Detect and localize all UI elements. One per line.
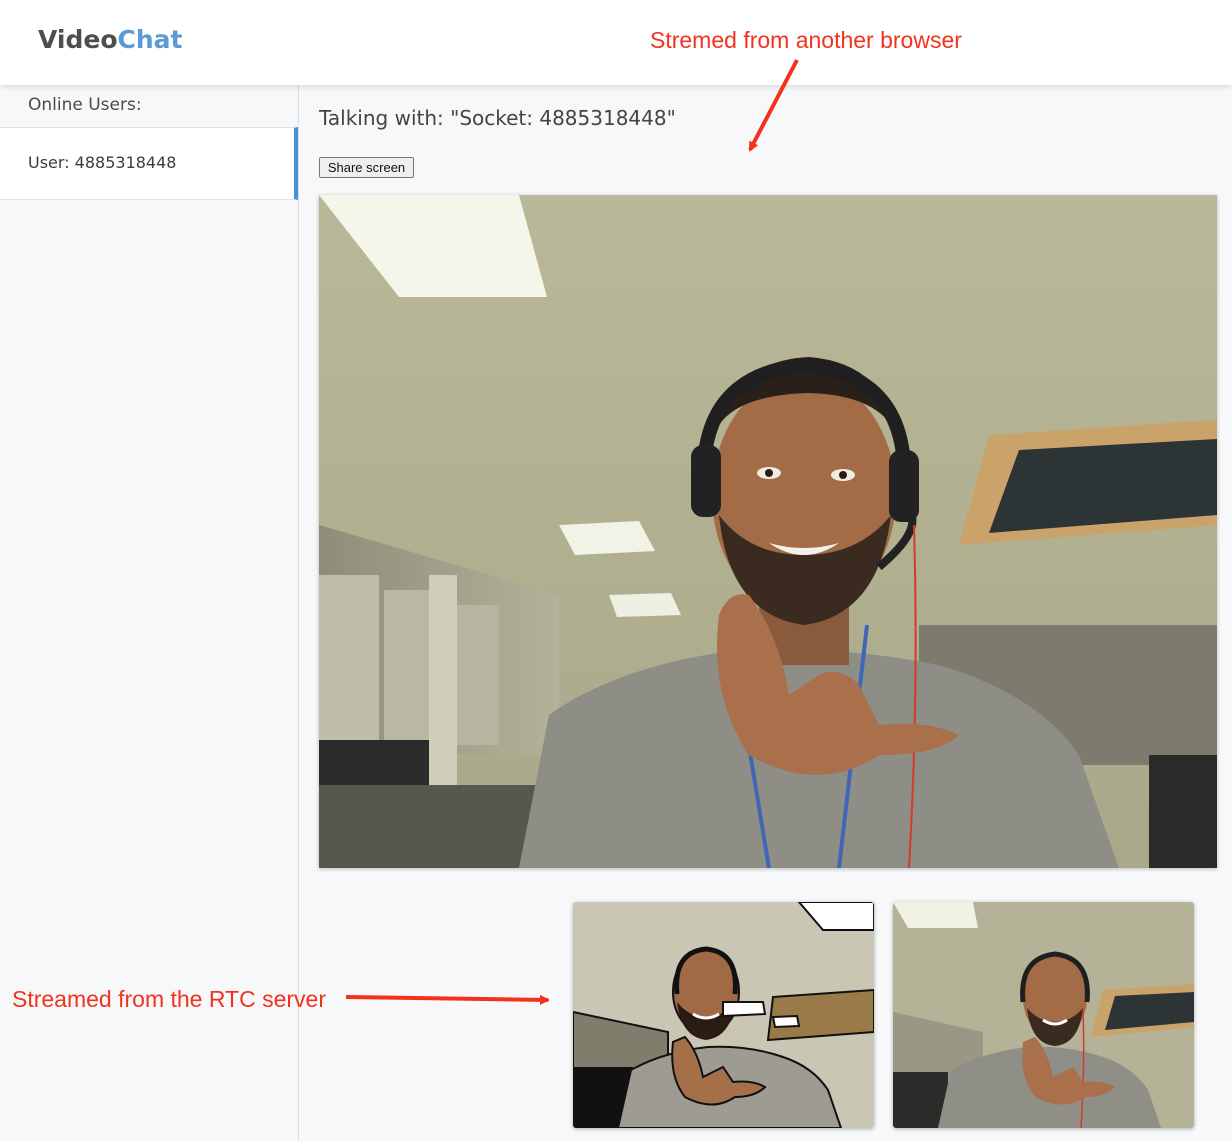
rtc-processed-video[interactable] [573, 902, 874, 1128]
online-users-title: Online Users: [28, 95, 142, 115]
logo-part-video: Video [38, 25, 118, 54]
annotation-streamed-from-rtc: Streamed from the RTC server [12, 986, 327, 1012]
app-header: VideoChat [0, 0, 1232, 85]
rtc-processed-video-frame [573, 902, 874, 1128]
rtc-local-video[interactable] [893, 902, 1194, 1128]
annotation-streamed-from-browser: Stremed from another browser [650, 27, 962, 53]
remote-video-frame [319, 195, 1217, 868]
rtc-local-video-frame [893, 902, 1194, 1128]
user-label: User: 4885318448 [28, 153, 177, 172]
sidebar: Online Users: User: 4885318448 [0, 85, 299, 1141]
logo-part-chat: Chat [117, 25, 183, 54]
app-logo: VideoChat [38, 25, 182, 54]
arrow-to-thumbnail [345, 994, 550, 1005]
remote-video[interactable] [319, 195, 1217, 868]
talking-with-label: Talking with: "Socket: 4885318448" [319, 106, 676, 130]
sidebar-user-item[interactable]: User: 4885318448 [0, 127, 298, 200]
share-screen-button[interactable]: Share screen [319, 157, 414, 178]
